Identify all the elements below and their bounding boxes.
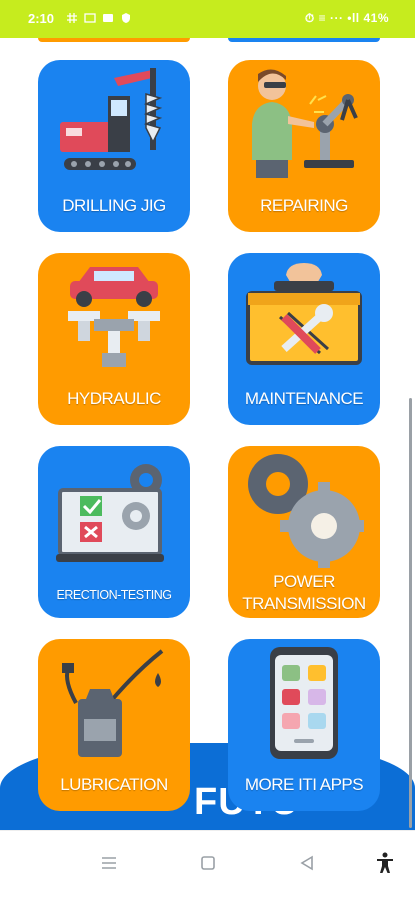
tile-maintenance[interactable]: MAINTENANCE [228,253,380,425]
status-left-icons [66,12,132,24]
recents-button[interactable] [97,851,121,875]
previous-tile-peek-left [38,38,190,42]
smartphone-apps-icon [270,647,338,759]
image-icon [103,14,113,22]
back-button[interactable] [295,851,319,875]
tile-more-iti-apps[interactable]: MORE ITI APPS [228,639,380,811]
home-button[interactable] [196,851,220,875]
tile-label: MAINTENANCE [244,389,364,408]
tile-label: POWER [273,572,335,591]
tile-repairing[interactable]: REPAIRING [228,60,380,232]
accessibility-person-icon [377,852,393,873]
status-right-indicators: ⏱ ≡ ··· •ll 41% [304,11,389,25]
square-icon [201,856,215,870]
drilling-machine-icon [60,68,163,170]
tile-power-transmission[interactable]: POWER TRANSMISSION [228,446,380,618]
triangle-back-icon [300,855,313,871]
oil-can-icon [62,649,164,757]
app-grid-content[interactable]: FUTU DRILLING JIG [0,38,415,830]
tile-label: HYDRAULIC [67,389,161,408]
tile-label: DRILLING JIG [62,196,166,215]
shield-icon [122,13,130,23]
test-checklist-icon [56,464,164,562]
previous-tile-peek-right [228,38,380,42]
accessibility-button[interactable] [373,851,397,875]
scrollbar[interactable] [409,398,412,828]
hydraulic-lift-icon [68,267,160,367]
grid-icon [67,13,77,23]
tile-label: TRANSMISSION [242,594,366,613]
cast-icon [84,13,96,23]
tile-label: REPAIRING [260,196,348,215]
gears-icon [248,454,364,568]
status-time: 2:10 [28,11,55,26]
tile-hydraulic[interactable]: HYDRAULIC [38,253,190,425]
toolbox-icon [246,263,362,365]
menu-lines-icon [102,857,116,869]
tile-label: ERECTION-TESTING [56,588,172,602]
repair-technician-icon [252,69,358,178]
tile-drilling-jig[interactable]: DRILLING JIG [38,60,190,232]
tile-lubrication[interactable]: LUBRICATION [38,639,190,811]
tile-erection-testing[interactable]: ERECTION-TESTING [38,446,190,618]
tile-label: MORE ITI APPS [244,775,364,794]
system-navigation-bar [0,830,415,901]
status-bar: 2:10 ⏱ ≡ ··· •ll 41% [0,0,415,38]
tile-label: LUBRICATION [60,775,168,794]
